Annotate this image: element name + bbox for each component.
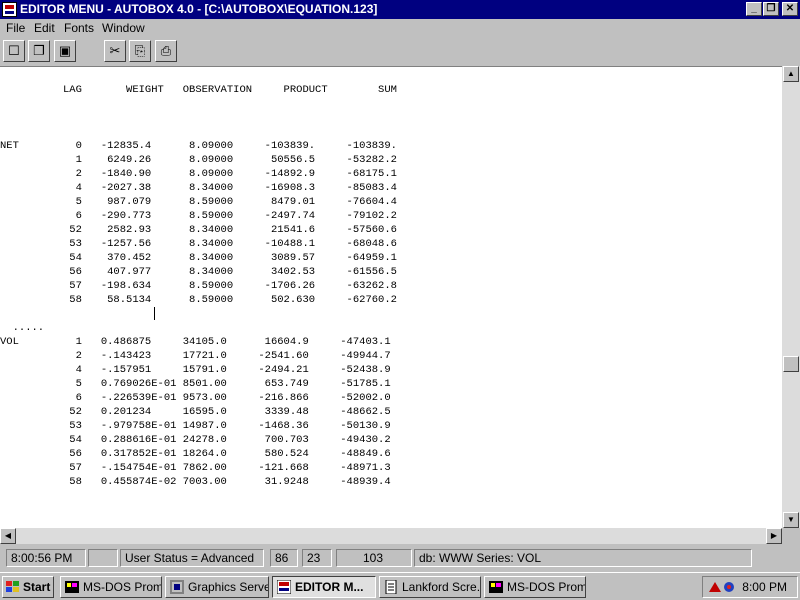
task-graphics-server[interactable]: Graphics Server xyxy=(165,576,269,598)
autobox-icon xyxy=(277,580,291,594)
scroll-up-button[interactable]: ▲ xyxy=(783,66,799,82)
taskbar: Start MS-DOS Prompt Graphics Server EDIT… xyxy=(0,572,800,600)
task-label: MS-DOS Prompt xyxy=(507,580,585,594)
task-msdos-prompt-1[interactable]: MS-DOS Prompt xyxy=(60,576,162,598)
minimize-button[interactable]: _ xyxy=(746,2,762,16)
task-label: EDITOR M... xyxy=(295,580,364,594)
horizontal-scrollbar[interactable] xyxy=(0,528,782,544)
status-blank xyxy=(88,549,118,567)
cut-scissors-icon[interactable]: ✂ xyxy=(104,40,126,62)
document-text: LAG WEIGHT OBSERVATION PRODUCT SUM NET 0… xyxy=(0,84,397,488)
menu-fonts[interactable]: Fonts xyxy=(64,19,94,37)
tray-clock: 8:00 PM xyxy=(742,580,787,594)
window-title: EDITOR MENU - AUTOBOX 4.0 - [C:\AUTOBOX\… xyxy=(20,2,378,16)
status-bar: 8:00:56 PM User Status = Advanced 86 23 … xyxy=(0,546,800,570)
status-user: User Status = Advanced xyxy=(120,549,264,567)
status-num2: 23 xyxy=(302,549,332,567)
new-file-icon[interactable]: ☐ xyxy=(3,40,25,62)
start-button[interactable]: Start xyxy=(2,576,54,598)
status-num1: 86 xyxy=(270,549,298,567)
save-disk-icon[interactable]: ▣ xyxy=(54,40,76,62)
status-num3: 103 xyxy=(336,549,412,567)
task-lankford-screen[interactable]: Lankford Scre... xyxy=(379,576,481,598)
editor-text-area[interactable]: LAG WEIGHT OBSERVATION PRODUCT SUM NET 0… xyxy=(0,66,782,529)
scroll-right-button[interactable]: ▶ xyxy=(766,528,782,544)
menu-edit[interactable]: Edit xyxy=(34,19,55,37)
windows-logo-icon xyxy=(6,581,19,592)
tray-status-icon[interactable] xyxy=(707,580,737,594)
msdos-icon xyxy=(65,581,79,593)
menu-file[interactable]: File xyxy=(6,19,25,37)
scroll-down-button[interactable]: ▼ xyxy=(783,512,799,528)
task-label: Graphics Server xyxy=(188,580,269,594)
toolbar: ☐ ❐ ▣ ✂ ⎘ ⎙ xyxy=(0,38,800,64)
status-series: db: WWW Series: VOL xyxy=(414,549,752,567)
menu-bar: File Edit Fonts Window xyxy=(0,19,800,37)
size-grip xyxy=(782,528,800,544)
copy-icon[interactable]: ⎘ xyxy=(129,40,151,62)
scroll-left-button[interactable]: ◀ xyxy=(0,528,16,544)
text-caret xyxy=(154,307,155,320)
paste-clipboard-icon[interactable]: ⎙ xyxy=(155,40,177,62)
task-label: Lankford Scre... xyxy=(402,580,481,594)
maximize-button[interactable]: ❐ xyxy=(763,2,779,16)
vertical-scroll-thumb[interactable] xyxy=(783,356,799,372)
system-tray: 8:00 PM xyxy=(702,576,798,598)
app-icon[interactable] xyxy=(2,2,17,17)
vertical-scrollbar[interactable] xyxy=(782,66,800,528)
status-time: 8:00:56 PM xyxy=(6,549,86,567)
task-label: MS-DOS Prompt xyxy=(83,580,161,594)
close-button[interactable]: ✕ xyxy=(782,2,798,16)
menu-window[interactable]: Window xyxy=(102,19,145,37)
graphics-server-icon xyxy=(170,580,184,594)
task-msdos-prompt-2[interactable]: MS-DOS Prompt xyxy=(484,576,586,598)
title-bar[interactable]: EDITOR MENU - AUTOBOX 4.0 - [C:\AUTOBOX\… xyxy=(0,0,800,19)
msdos-icon xyxy=(489,581,503,593)
task-editor-menu[interactable]: EDITOR M... xyxy=(272,576,376,598)
document-icon xyxy=(385,580,397,594)
start-label: Start xyxy=(23,580,51,594)
open-folder-icon[interactable]: ❐ xyxy=(28,40,50,62)
